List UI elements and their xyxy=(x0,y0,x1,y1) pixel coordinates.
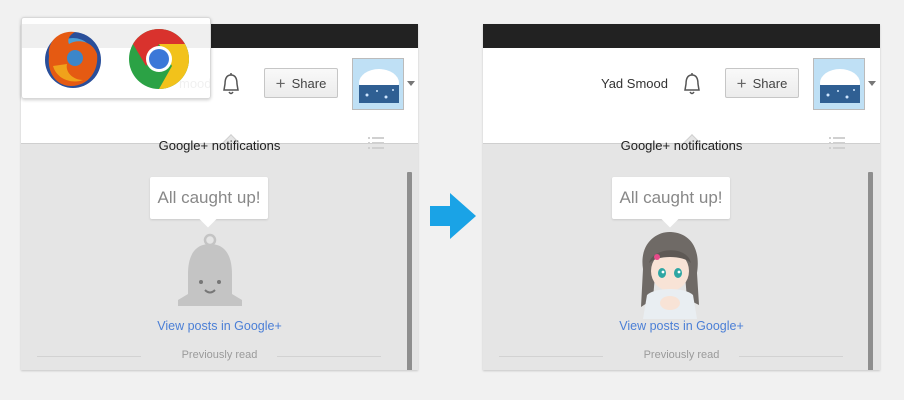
right-arrow-icon xyxy=(430,193,476,239)
top-bar xyxy=(483,24,880,48)
plus-icon: + xyxy=(736,73,747,93)
user-name[interactable]: Yad Smood xyxy=(601,76,668,91)
share-label: Share xyxy=(291,75,327,91)
plus-icon: + xyxy=(275,73,286,93)
share-button[interactable]: + Share xyxy=(264,68,338,98)
after-panel: Yad Smood + Share Google+ notifications … xyxy=(483,24,880,370)
scrollbar[interactable] xyxy=(407,172,412,370)
previously-read-label: Previously read xyxy=(643,349,720,361)
bell-mascot-icon xyxy=(178,233,242,306)
scrollbar[interactable] xyxy=(868,172,873,370)
share-button[interactable]: + Share xyxy=(725,68,799,98)
chrome-logo-icon xyxy=(129,28,190,90)
view-posts-link[interactable]: View posts in Google+ xyxy=(483,319,880,333)
share-label: Share xyxy=(752,75,788,91)
caught-up-bubble: All caught up! xyxy=(150,177,268,219)
notifications-title: Google+ notifications xyxy=(620,138,743,153)
bell-icon[interactable] xyxy=(681,72,703,96)
avatar[interactable] xyxy=(813,58,865,110)
previously-read-label: Previously read xyxy=(181,349,258,361)
list-settings-icon[interactable] xyxy=(829,136,847,152)
list-settings-icon[interactable] xyxy=(368,136,386,152)
caught-up-bubble: All caught up! xyxy=(612,177,730,219)
chevron-down-icon[interactable] xyxy=(868,81,876,86)
firefox-logo-icon xyxy=(45,31,101,88)
browser-logos-box xyxy=(21,17,211,99)
view-posts-link[interactable]: View posts in Google+ xyxy=(21,319,418,333)
bell-icon[interactable] xyxy=(220,72,242,96)
anime-girl-mascot-icon xyxy=(641,231,699,319)
avatar[interactable] xyxy=(352,58,404,110)
chevron-down-icon[interactable] xyxy=(407,81,415,86)
notifications-title: Google+ notifications xyxy=(158,138,281,153)
